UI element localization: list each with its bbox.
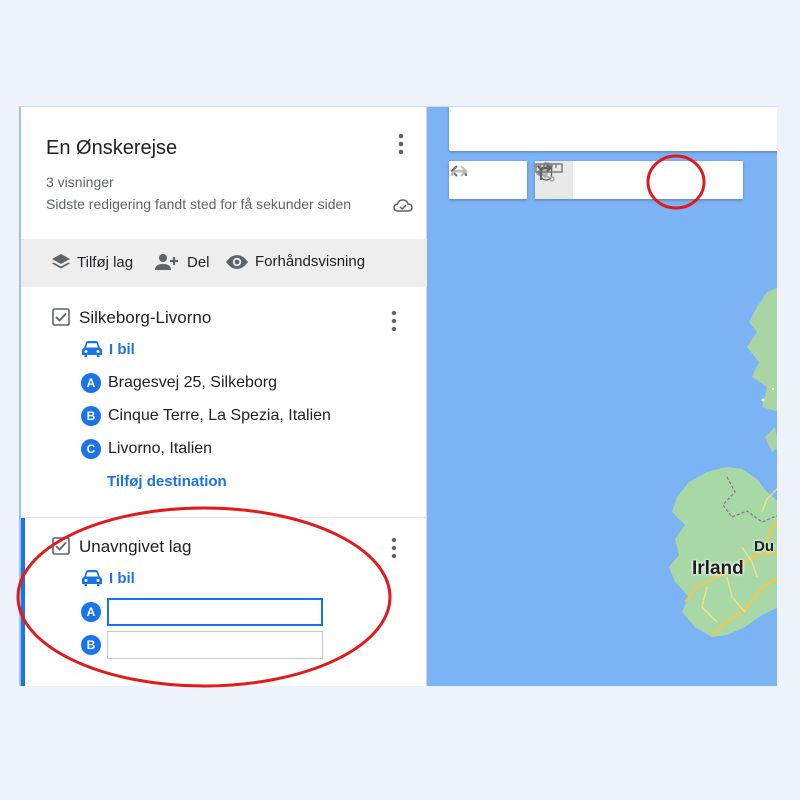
add-layer-button[interactable]: Tilføj lag bbox=[51, 253, 133, 271]
ruler-icon bbox=[535, 163, 563, 173]
redo-icon bbox=[450, 165, 468, 177]
travel-mode-label: I bil bbox=[109, 569, 135, 587]
add-person-icon bbox=[155, 254, 178, 270]
cloud-saved-icon bbox=[393, 197, 413, 213]
map-search-bar[interactable] bbox=[449, 107, 777, 151]
measure-button[interactable] bbox=[535, 161, 743, 199]
add-destination-link[interactable]: Tilføj destination bbox=[107, 473, 227, 490]
car-icon bbox=[82, 341, 102, 357]
preview-button[interactable]: Forhåndsvisning bbox=[225, 253, 365, 270]
input-badge-b: B bbox=[81, 635, 101, 655]
destination-c[interactable]: C Livorno, Italien bbox=[81, 439, 212, 459]
app-window: Du Irland En Ønskerejse 3 visninger Sids… bbox=[19, 106, 777, 686]
destination-badge: B bbox=[81, 406, 101, 426]
history-toolbar bbox=[449, 161, 527, 199]
destination-text: Cinque Terre, La Spezia, Italien bbox=[108, 407, 331, 424]
add-directions-button[interactable] bbox=[536, 161, 687, 199]
add-layer-label: Tilføj lag bbox=[77, 253, 134, 271]
layers-icon bbox=[52, 254, 70, 269]
draw-line-button[interactable] bbox=[536, 161, 649, 199]
destination-text: Bragesvej 25, Silkeborg bbox=[108, 374, 277, 391]
destination-input-b[interactable] bbox=[107, 631, 323, 659]
destination-b[interactable]: B Cinque Terre, La Spezia, Italien bbox=[81, 406, 331, 426]
redo-button[interactable] bbox=[450, 161, 525, 199]
view-count: 3 visninger bbox=[46, 174, 114, 190]
add-marker-button[interactable] bbox=[540, 161, 611, 199]
destination-text: Livorno, Italien bbox=[108, 440, 213, 457]
destination-badge: A bbox=[81, 373, 101, 393]
destination-badge: C bbox=[81, 439, 101, 459]
car-icon bbox=[82, 570, 102, 586]
layer-action-bar: Tilføj lag Del Forhåndsvisning bbox=[21, 239, 427, 287]
share-label: Del bbox=[187, 253, 210, 271]
layer-options-icon[interactable] bbox=[386, 309, 402, 335]
layer-unnamed: Unavngivet lag I bil A B bbox=[21, 518, 427, 686]
more-options-icon[interactable] bbox=[393, 131, 409, 157]
destination-input-a[interactable] bbox=[107, 598, 323, 626]
map-canvas[interactable]: Du Irland bbox=[427, 107, 777, 686]
map-title[interactable]: En Ønskerejse bbox=[46, 137, 177, 160]
preview-label: Forhåndsvisning bbox=[255, 253, 366, 270]
travel-mode[interactable]: I bil bbox=[81, 569, 135, 587]
layer-name[interactable]: Unavngivet lag bbox=[79, 537, 191, 557]
layer-visibility-checkbox[interactable] bbox=[52, 308, 70, 326]
layer-name[interactable]: Silkeborg-Livorno bbox=[79, 308, 211, 328]
share-button[interactable]: Del bbox=[155, 253, 210, 271]
map-sidebar: En Ønskerejse 3 visninger Sidste rediger… bbox=[21, 107, 427, 686]
travel-mode-label: I bil bbox=[109, 340, 135, 358]
drawing-toolbar bbox=[535, 161, 743, 199]
eye-icon bbox=[226, 254, 248, 269]
destination-a[interactable]: A Bragesvej 25, Silkeborg bbox=[81, 373, 277, 393]
travel-mode[interactable]: I bil bbox=[81, 340, 135, 358]
layer-options-icon[interactable] bbox=[386, 536, 402, 562]
map-label-city: Du bbox=[754, 538, 774, 555]
last-edit-status: Sidste redigering fandt sted for få seku… bbox=[46, 196, 352, 212]
map-label-country: Irland bbox=[692, 558, 744, 579]
input-badge-a: A bbox=[81, 602, 101, 622]
layer-visibility-checkbox[interactable] bbox=[52, 537, 70, 555]
layer-silkeborg-livorno: Silkeborg-Livorno I bil A Bragesvej 25, … bbox=[21, 287, 427, 518]
